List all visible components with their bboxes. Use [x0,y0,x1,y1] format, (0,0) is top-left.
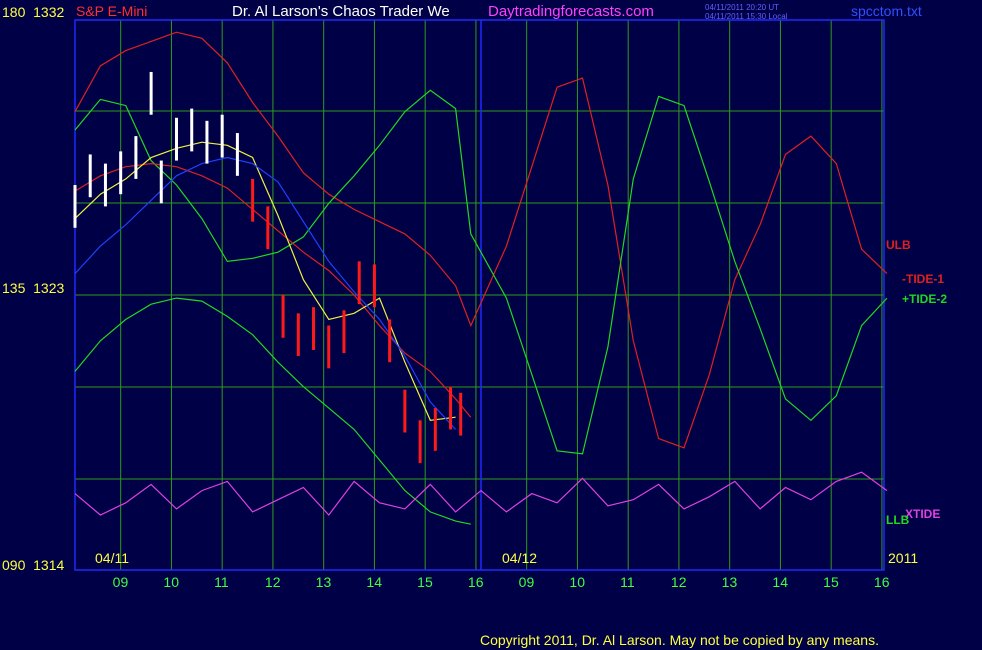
series-label-llb: LLB [886,513,910,527]
price-bars [73,71,463,464]
x-tick-label: 12 [265,574,281,590]
x-tick-label: 16 [468,574,484,590]
x-tick-label: 15 [823,574,839,590]
x-tick-label: 13 [722,574,738,590]
series-moving-average-yellow- [74,141,456,421]
x-tick-label: 14 [366,574,382,590]
x-tick-label: 14 [772,574,788,590]
series-label-tide2: +TIDE-2 [902,292,947,306]
x-tick-label: 15 [417,574,433,590]
series-label-ulb: ULB [886,238,911,252]
website-label: Daytradingforecasts.com [488,3,654,20]
grid-lines [74,19,885,571]
timestamp-local: 04/11/2011 15:30 Local [705,12,788,21]
y-axis-bottom-label: 090 1314 [2,557,64,573]
x-tick-label: 16 [874,574,890,590]
x-tick-label: 10 [569,574,585,590]
chart-title: Dr. Al Larson's Chaos Trader We [232,3,450,20]
x-tick-label: 09 [113,574,129,590]
x-tick-label: 13 [316,574,332,590]
series-moving-average-blue- [74,156,457,430]
series-label-tide1: -TIDE-1 [902,272,944,286]
copyright-footer: Copyright 2011, Dr. Al Larson. May not b… [480,632,879,648]
chaos-chart: S&P E-Mini Dr. Al Larson's Chaos Trader … [2,3,947,648]
instrument-title: S&P E-Mini [76,3,147,19]
timestamp-ut: 04/11/2011 20:20 UT [705,3,779,12]
x-tick-label: 10 [163,574,179,590]
x-tick-label: 09 [519,574,535,590]
date-label-day1: 04/11 [95,550,129,566]
year-label: 2011 [888,550,918,566]
y-axis-mid-label: 135 1323 [2,280,64,296]
x-tick-label: 11 [214,574,229,590]
date-label-day2: 04/12 [502,550,537,566]
series-label-xtide: XTIDE [905,507,940,521]
x-tick-label: 12 [671,574,687,590]
x-tick-label: 11 [620,574,635,590]
filename-label: spcctom.txt [851,3,922,19]
x-tick-labels: 09 10 11 12 13 14 15 16 09 10 11 12 13 14 15 16 [113,574,890,590]
y-axis-top-label: 180 1332 [2,4,64,20]
